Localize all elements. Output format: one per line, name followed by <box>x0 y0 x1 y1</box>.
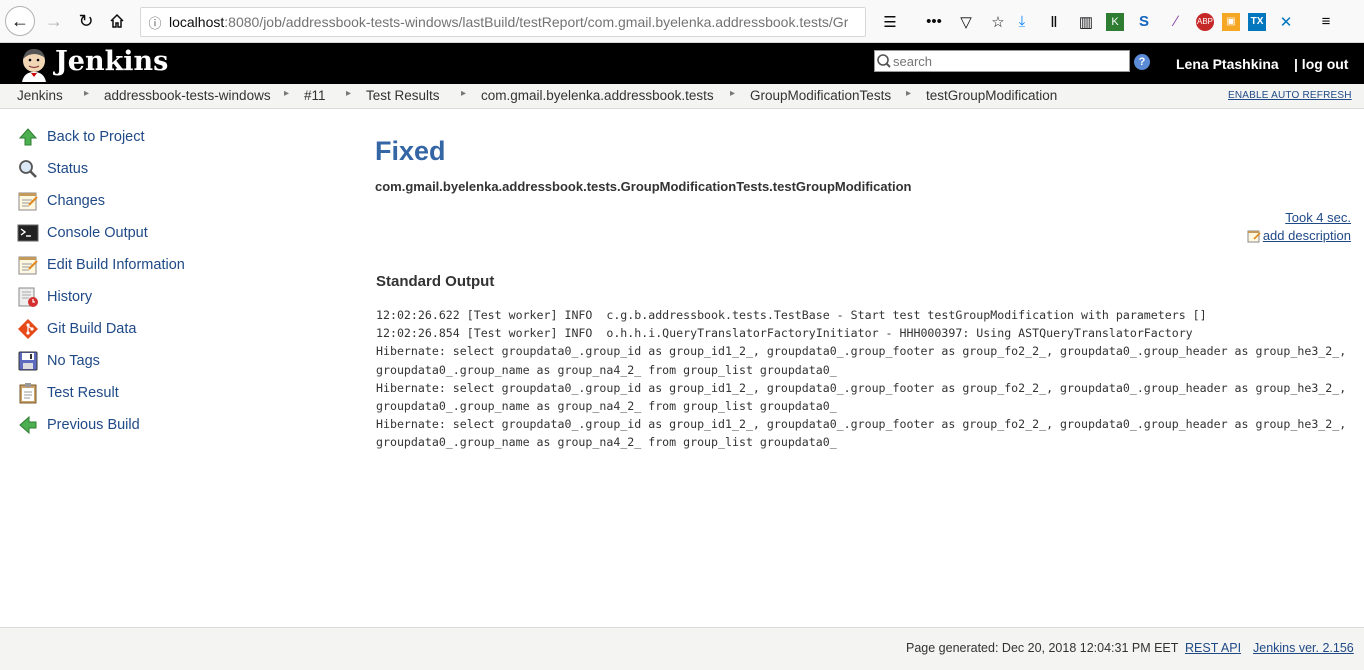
task-test-result[interactable]: Test Result <box>16 381 119 405</box>
user-name-link[interactable]: Lena Ptashkina <box>1176 56 1279 72</box>
output-line: 12:02:26.854 [Test worker] INFO o.h.h.i.… <box>376 326 1193 341</box>
adblock-icon[interactable]: ABP <box>1196 12 1214 31</box>
breadcrumb-build[interactable]: #11 <box>304 88 326 103</box>
task-label[interactable]: Console Output <box>47 225 148 241</box>
task-label[interactable]: Status <box>47 161 88 177</box>
output-line: Hibernate: select groupdata0_.group_id a… <box>376 380 1354 414</box>
save-icon <box>16 349 40 373</box>
sidebar-icon[interactable]: ▥ <box>1074 10 1098 34</box>
breadcrumb: Jenkins ▸ addressbook-tests-windows ▸ #1… <box>0 84 1364 109</box>
extension-s-icon[interactable]: S <box>1132 10 1156 34</box>
add-description-link[interactable]: add description <box>1247 228 1351 243</box>
task-label[interactable]: History <box>47 289 92 305</box>
search-icon <box>877 54 891 68</box>
help-icon[interactable]: ? <box>1134 54 1150 70</box>
reload-icon[interactable]: ↻ <box>72 7 100 35</box>
breadcrumb-jenkins[interactable]: Jenkins <box>17 88 63 103</box>
extension-x-icon[interactable]: ✕ <box>1274 10 1298 34</box>
breadcrumb-separator[interactable]: ▸ <box>906 88 911 99</box>
task-label[interactable]: Git Build Data <box>47 321 136 337</box>
task-status[interactable]: Status <box>16 157 88 181</box>
jenkins-version-link[interactable]: Jenkins ver. 2.156 <box>1253 641 1354 655</box>
jenkins-butler-logo[interactable] <box>16 46 52 82</box>
url-actions: ☰ ••• ▽ ☆ <box>874 0 1014 43</box>
task-label[interactable]: Previous Build <box>47 417 140 433</box>
pocket-icon[interactable]: ▽ <box>954 10 978 34</box>
notepad-icon <box>16 253 40 277</box>
task-label[interactable]: Changes <box>47 193 105 209</box>
output-line: 12:02:26.622 [Test worker] INFO c.g.b.ad… <box>376 308 1207 322</box>
breadcrumb-separator[interactable]: ▸ <box>346 88 351 99</box>
enable-auto-refresh-link[interactable]: ENABLE AUTO REFRESH <box>1228 90 1352 101</box>
task-back-to-project[interactable]: Back to Project <box>16 125 145 149</box>
home-icon[interactable] <box>103 7 131 35</box>
breadcrumb-separator[interactable]: ▸ <box>730 88 735 99</box>
jenkins-header: Jenkins ? Lena Ptashkina | log out <box>0 43 1364 84</box>
breadcrumb-class[interactable]: GroupModificationTests <box>750 88 891 103</box>
extension-tx-icon[interactable]: TX <box>1248 12 1266 31</box>
download-icon[interactable]: ⤓ <box>1010 10 1034 34</box>
breadcrumb-test[interactable]: testGroupModification <box>926 88 1057 103</box>
result-status-title: Fixed <box>375 136 446 166</box>
task-changes[interactable]: Changes <box>16 189 105 213</box>
breadcrumb-separator[interactable]: ▸ <box>84 88 89 99</box>
left-arrow-icon <box>16 413 40 437</box>
test-full-name: com.gmail.byelenka.addressbook.tests.Gro… <box>375 179 912 194</box>
url-bar[interactable]: ⓘ localhost:8080/job/addressbook-tests-w… <box>140 7 866 37</box>
task-previous-build[interactable]: Previous Build <box>16 413 140 437</box>
search-input[interactable] <box>893 53 1113 69</box>
task-edit-build-information[interactable]: Edit Build Information <box>16 253 185 277</box>
notepad-icon <box>1247 230 1261 242</box>
breadcrumb-job[interactable]: addressbook-tests-windows <box>104 88 271 103</box>
add-description-label[interactable]: add description <box>1263 228 1351 243</box>
forward-icon[interactable]: → <box>40 7 68 35</box>
back-icon[interactable]: ← <box>5 6 35 36</box>
site-info-icon[interactable]: ⓘ <box>141 13 169 32</box>
library-icon[interactable]: Ⅱ <box>1042 10 1066 34</box>
git-icon <box>16 317 40 341</box>
reader-view-icon[interactable]: ☰ <box>878 10 902 34</box>
history-icon <box>16 285 40 309</box>
browser-toolbar: ← → ↻ ⓘ localhost:8080/job/addressbook-t… <box>0 0 1364 43</box>
rest-api-link[interactable]: REST API <box>1185 641 1241 655</box>
task-no-tags[interactable]: No Tags <box>16 349 100 373</box>
took-duration-link[interactable]: Took 4 sec. <box>1285 210 1351 225</box>
extension-orange-icon[interactable]: ▣ <box>1222 12 1240 31</box>
task-git-build-data[interactable]: Git Build Data <box>16 317 136 341</box>
output-line: Hibernate: select groupdata0_.group_id a… <box>376 344 1354 377</box>
up-arrow-icon <box>16 125 40 149</box>
task-history[interactable]: History <box>16 285 92 309</box>
standard-output-heading: Standard Output <box>376 273 495 290</box>
url-text: localhost:8080/job/addressbook-tests-win… <box>169 14 849 30</box>
notepad-icon <box>16 189 40 213</box>
output-line: Hibernate: select groupdata0_.group_id a… <box>376 417 1354 450</box>
logout-link[interactable]: | log out <box>1294 56 1348 72</box>
task-console-output[interactable]: Console Output <box>16 221 148 245</box>
task-label[interactable]: Test Result <box>47 385 119 401</box>
extension-pen-icon[interactable]: ∕ <box>1164 10 1188 34</box>
breadcrumb-separator[interactable]: ▸ <box>284 88 289 99</box>
page-footer: Page generated: Dec 20, 2018 12:04:31 PM… <box>0 627 1364 670</box>
menu-icon[interactable]: ≡ <box>1314 10 1338 34</box>
breadcrumb-separator[interactable]: ▸ <box>461 88 466 99</box>
search-box[interactable] <box>874 50 1130 72</box>
browser-extensions: ⤓ Ⅱ ▥ K S ∕ ABP ▣ TX ✕ ≡ <box>1006 0 1342 43</box>
task-label[interactable]: No Tags <box>47 353 100 369</box>
task-label[interactable]: Edit Build Information <box>47 257 185 273</box>
extension-k-icon[interactable]: K <box>1106 12 1124 31</box>
standard-output-text: 12:02:26.622 [Test worker] INFO c.g.b.ad… <box>376 306 1356 452</box>
page-generated-text: Page generated: Dec 20, 2018 12:04:31 PM… <box>906 641 1179 655</box>
breadcrumb-test-results[interactable]: Test Results <box>366 88 440 103</box>
more-icon[interactable]: ••• <box>922 10 946 34</box>
magnifier-icon <box>16 157 40 181</box>
task-label[interactable]: Back to Project <box>47 129 145 145</box>
breadcrumb-package[interactable]: com.gmail.byelenka.addressbook.tests <box>481 88 714 103</box>
jenkins-logo-text[interactable]: Jenkins <box>55 46 168 77</box>
terminal-icon <box>16 221 40 245</box>
clipboard-icon <box>16 381 40 405</box>
